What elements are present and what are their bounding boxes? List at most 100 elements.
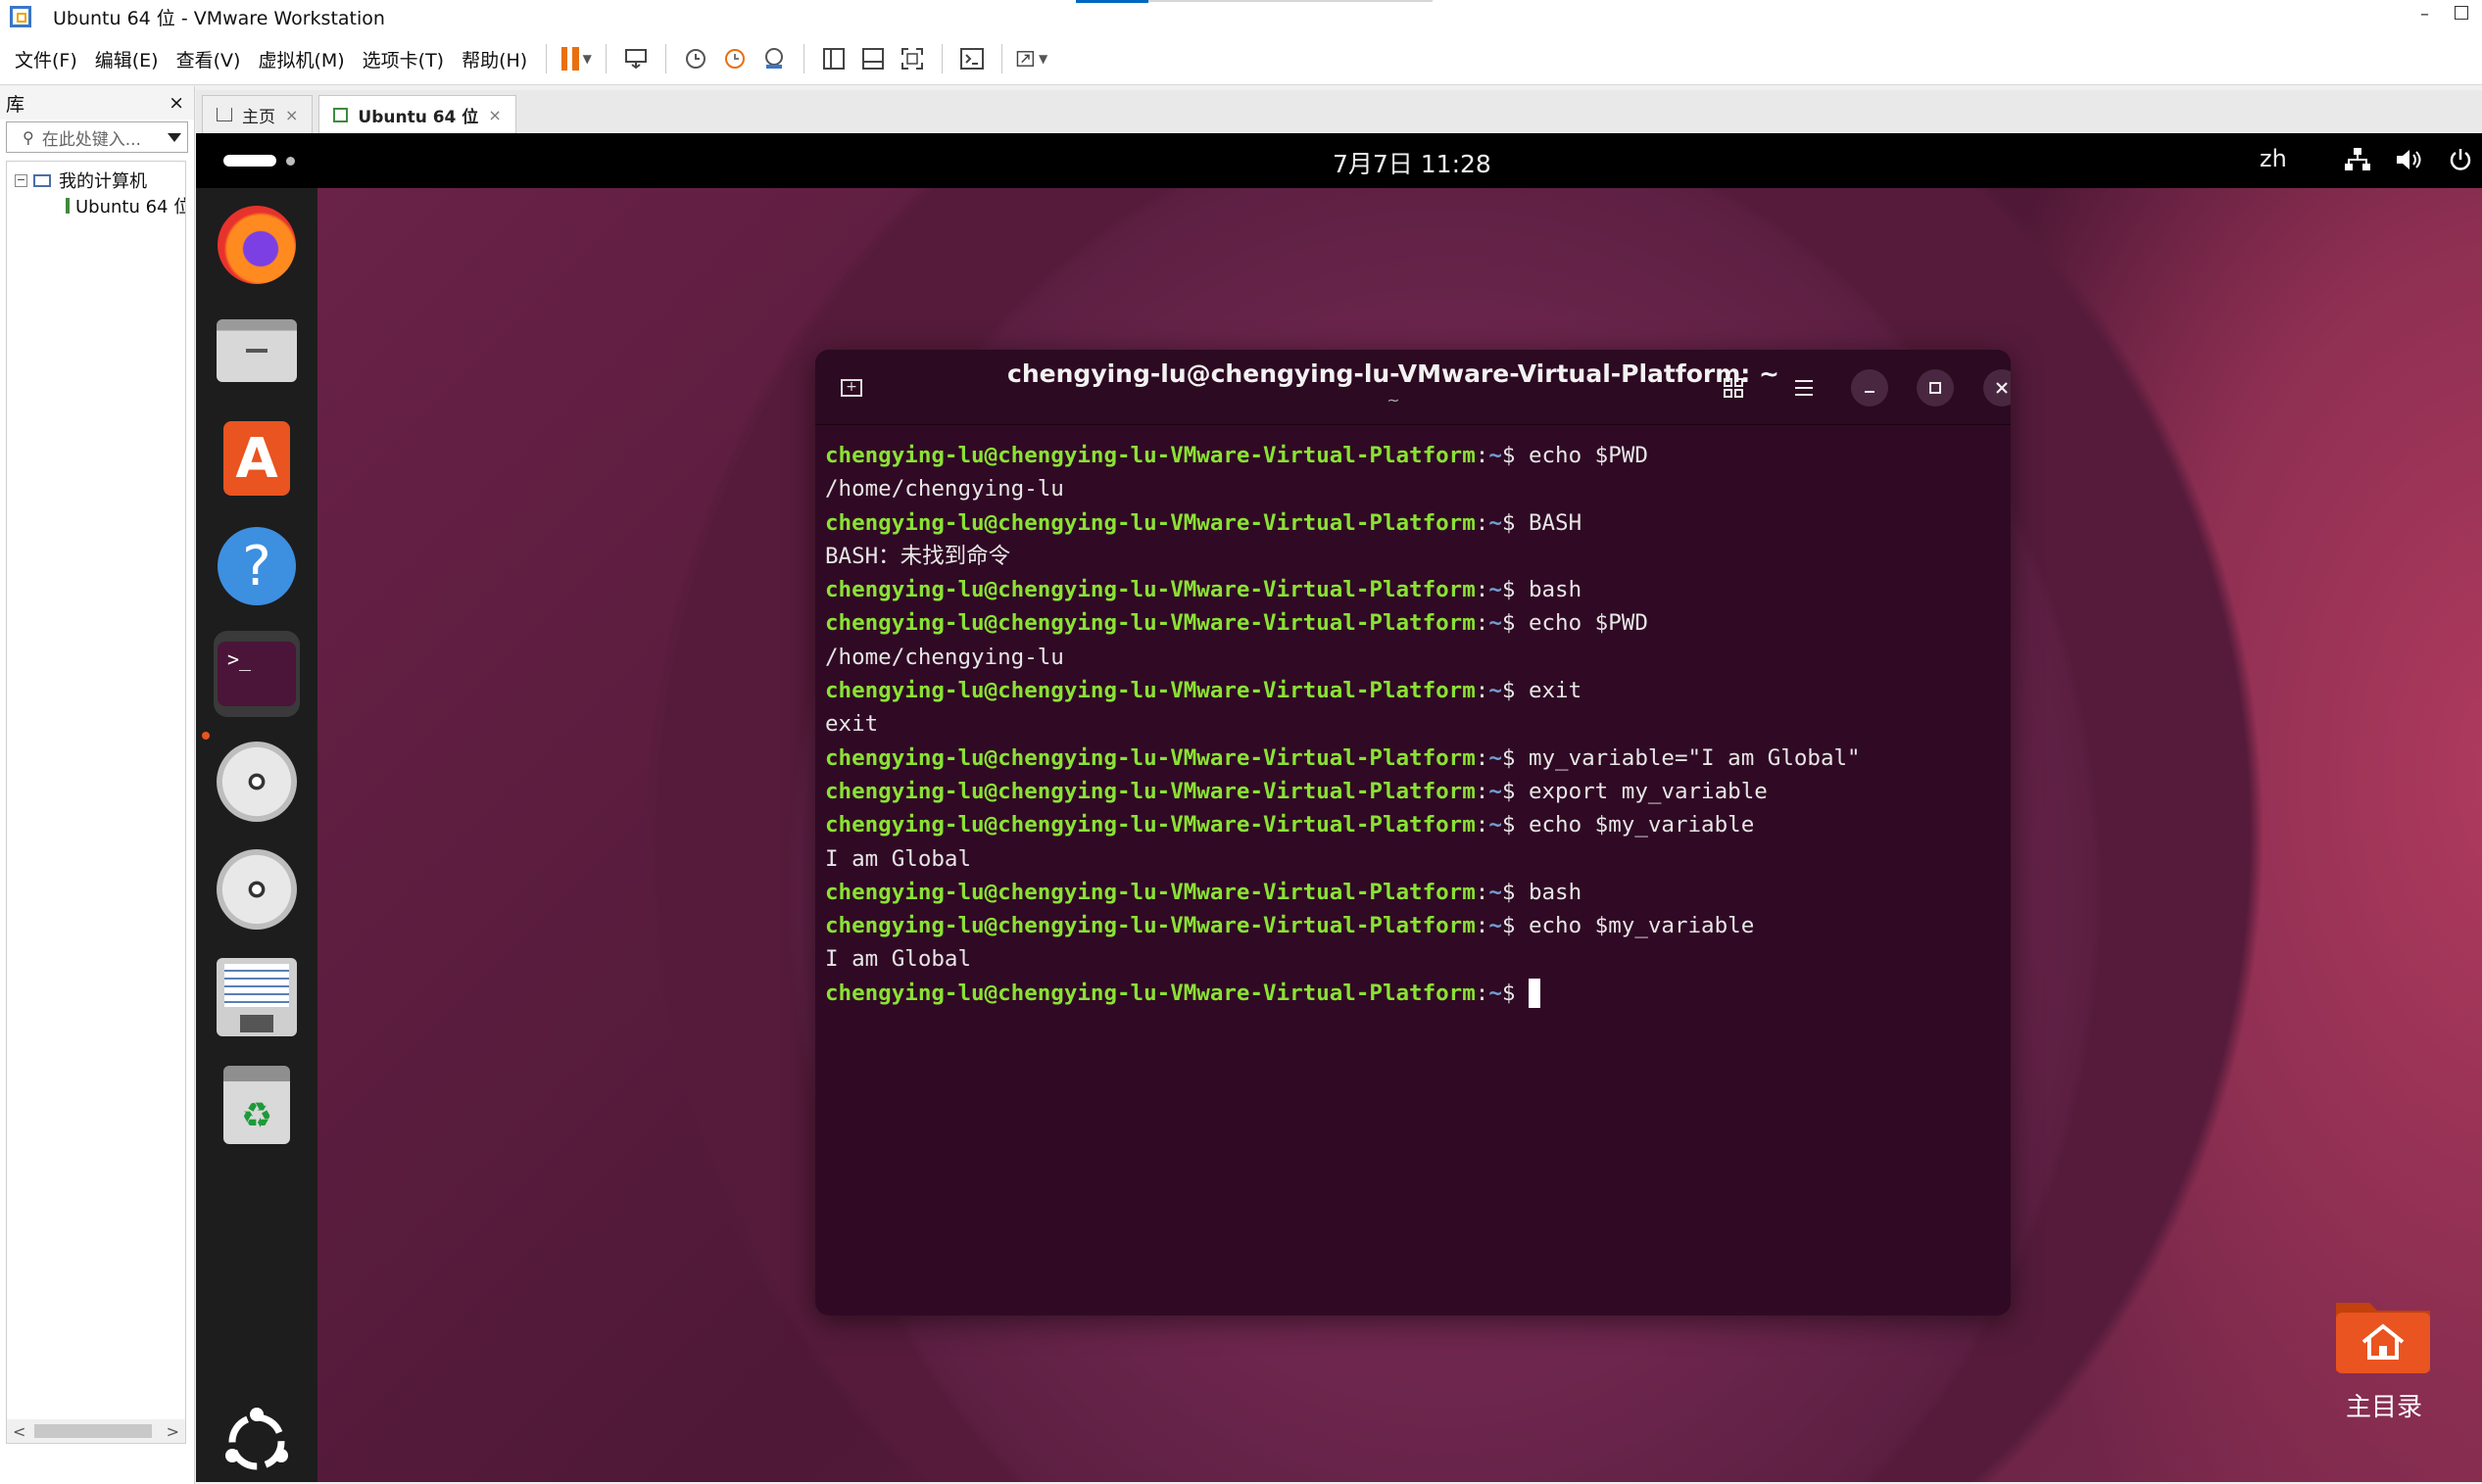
dock-optical-drive-1[interactable] [214,739,300,825]
tree-item-ubuntu-vm[interactable]: Ubuntu 64 位 [7,193,185,218]
optical-disc-icon [217,742,297,822]
home-folder-icon[interactable] [2332,1293,2434,1377]
terminal-close-button[interactable] [1983,369,2011,407]
prompt-separator: : [1475,509,1489,536]
show-library-button[interactable] [818,43,850,74]
tab-ubuntu-vm[interactable]: Ubuntu 64 位 × [318,95,516,133]
dock-trash[interactable]: ♻ [214,1062,300,1148]
command-text: BASH [1528,509,1582,536]
tab-overview-button[interactable] [1715,369,1752,407]
scrollbar-thumb[interactable] [34,1424,152,1438]
terminal-window[interactable]: + chengying-lu@chengying-lu-VMware-Virtu… [815,350,2011,1316]
prompt-dollar: $ [1501,913,1529,939]
terminal-output-line: I am Global [825,946,972,973]
speaker-icon[interactable] [2395,147,2422,178]
terminal-command-line: chengying-lu@chengying-lu-VMware-Virtual… [825,606,2001,640]
terminal-maximize-button[interactable] [1917,369,1954,407]
dock-optical-drive-2[interactable] [214,846,300,933]
command-text: exit [1528,678,1582,704]
dock-help[interactable]: ? [214,523,300,609]
stretch-guest-button[interactable]: ▼ [1016,43,1047,74]
prompt-path: ~ [1488,778,1502,804]
library-search-input[interactable]: ⚲ 在此处键入... [6,121,188,153]
snapshot-button[interactable] [680,43,711,74]
menu-edit[interactable]: 编辑(E) [86,46,168,72]
ubuntu-top-bar: 7月7日 11:28 zh [196,133,2482,188]
scroll-left-icon[interactable]: < [13,1422,25,1441]
snapshot-clock-icon [686,49,706,69]
minimize-button[interactable]: – [2420,4,2429,24]
chevron-down-icon: ▼ [1038,52,1048,66]
command-text: echo $my_variable [1528,913,1755,939]
prompt-path: ~ [1488,913,1502,939]
terminal-command-line: chengying-lu@chengying-lu-VMware-Virtual… [825,808,2001,841]
dock-floppy-drive[interactable] [214,954,300,1040]
show-apps-ubuntu-icon[interactable] [218,1403,296,1481]
home-folder-label[interactable]: 主目录 [2328,1387,2440,1423]
power-icon[interactable] [2448,147,2473,178]
toolbar-separator [606,44,608,73]
command-text: my_variable="I am Global" [1528,744,1861,771]
prompt-user-host: chengying-lu@chengying-lu-VMware-Virtual… [825,778,1476,804]
dock-files[interactable] [214,308,300,394]
chevron-down-icon[interactable] [168,132,181,142]
chevron-down-icon: ▼ [582,52,592,66]
vm-running-icon [333,107,349,122]
close-icon [1996,382,2008,394]
activities-button[interactable] [223,155,276,167]
library-horizontal-scrollbar[interactable]: < > [7,1419,185,1443]
prompt-separator: : [1475,778,1489,804]
tab-close-icon[interactable]: × [285,106,298,124]
library-panel: 库 × ⚲ 在此处键入... − 我的计算机 Ubuntu 64 位 < > [0,86,195,1484]
firefox-icon [218,206,296,284]
toolbar-separator [942,44,944,73]
tab-close-icon[interactable]: × [488,106,501,124]
menu-tabs[interactable]: 选项卡(T) [354,46,453,72]
minimize-icon [1865,391,1874,393]
send-ctrl-alt-del-button[interactable] [620,43,652,74]
terminal-command-line: chengying-lu@chengying-lu-VMware-Virtual… [825,674,2001,707]
prompt-dollar: $ [1501,509,1529,536]
dock-firefox[interactable] [214,202,300,288]
menu-file[interactable]: 文件(F) [6,46,86,72]
terminal-command-line: chengying-lu@chengying-lu-VMware-Virtual… [825,742,2001,775]
clock[interactable]: 7月7日 11:28 [1333,145,1491,180]
prompt-path: ~ [1488,744,1502,771]
prompt-dollar: $ [1501,812,1529,838]
library-close-icon[interactable]: × [169,92,184,114]
collapse-icon[interactable]: − [15,173,27,187]
vm-display[interactable]: 7月7日 11:28 zh A ? >_ ♻ + chengying-lu@ch… [196,133,2482,1482]
snapshot-manager-icon [765,48,784,69]
stretch-icon [1016,51,1035,67]
menu-view[interactable]: 查看(V) [168,46,250,72]
dock-terminal[interactable]: >_ [214,631,300,717]
network-wired-icon[interactable] [2344,147,2371,178]
command-text: bash [1528,577,1582,603]
console-view-button[interactable] [956,43,988,74]
snapshot-manager-button[interactable] [758,43,790,74]
title-bar-accent [1076,0,1148,3]
terminal-cursor [1528,979,1540,1009]
input-language-indicator[interactable]: zh [2260,145,2287,172]
revert-snapshot-button[interactable] [719,43,751,74]
menu-vm[interactable]: 虚拟机(M) [249,46,353,72]
prompt-dollar: $ [1501,678,1529,704]
pause-button[interactable]: ▼ [560,43,592,74]
prompt-separator: : [1475,980,1489,1006]
full-screen-button[interactable] [897,43,928,74]
terminal-menu-button[interactable] [1785,369,1823,407]
restore-button[interactable] [2455,6,2468,20]
scroll-right-icon[interactable]: > [167,1422,179,1441]
terminal-minimize-button[interactable] [1851,369,1888,407]
show-thumbnail-bar-button[interactable] [857,43,889,74]
prompt-path: ~ [1488,577,1502,603]
tab-home[interactable]: 主页 × [202,95,314,133]
prompt-dollar: $ [1501,980,1529,1006]
sidebar-layout-icon [823,48,846,70]
toolbar-separator [665,44,667,73]
tree-item-my-computer[interactable]: − 我的计算机 [7,168,185,193]
terminal-output[interactable]: chengying-lu@chengying-lu-VMware-Virtual… [815,425,2011,1024]
prompt-user-host: chengying-lu@chengying-lu-VMware-Virtual… [825,610,1476,637]
dock-app-center[interactable]: A [214,415,300,502]
menu-help[interactable]: 帮助(H) [453,46,536,72]
